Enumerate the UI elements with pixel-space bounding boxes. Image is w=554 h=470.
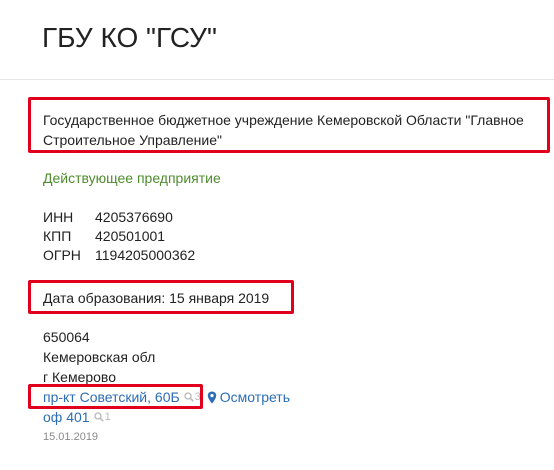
registration-codes: ИНН 4205376690 КПП 420501001 ОГРН 119420… bbox=[43, 208, 195, 265]
kpp-value: 420501001 bbox=[95, 228, 166, 244]
search-icon bbox=[184, 392, 194, 402]
inn-value: 4205376690 bbox=[95, 209, 173, 225]
map-pin-icon bbox=[207, 391, 216, 403]
code-row-inn: ИНН 4205376690 bbox=[43, 208, 195, 227]
street-search-count-value: 3 bbox=[194, 391, 201, 403]
view-link-label: Осмотреть bbox=[219, 389, 291, 405]
code-row-ogrn: ОГРН 1194205000362 bbox=[43, 246, 195, 265]
kpp-label: КПП bbox=[43, 228, 72, 244]
page-header: ГБУ КО "ГСУ" bbox=[0, 0, 554, 80]
office-search-count-value: 1 bbox=[104, 411, 111, 423]
search-icon bbox=[93, 412, 104, 422]
address-block: 650064 Кемеровская обл г Кемерово пр-кт … bbox=[43, 327, 290, 445]
ogrn-value: 1194205000362 bbox=[95, 247, 196, 263]
code-row-kpp: КПП 420501001 bbox=[43, 227, 195, 246]
status-text: Действующее предприятие bbox=[43, 170, 221, 186]
office-search-count[interactable]: 1 bbox=[93, 407, 111, 427]
page-title: ГБУ КО "ГСУ" bbox=[42, 22, 217, 53]
office-row: оф 401 1 bbox=[43, 407, 290, 427]
ogrn-label: ОГРН bbox=[43, 247, 81, 263]
company-full-name: Государственное бюджетное учреждение Кем… bbox=[43, 112, 524, 148]
view-location-link[interactable]: Осмотреть bbox=[207, 387, 290, 407]
postcode: 650064 bbox=[43, 329, 90, 345]
street-search-count[interactable]: 3 bbox=[184, 387, 201, 407]
region: Кемеровская обл bbox=[43, 349, 156, 365]
street-link[interactable]: пр-кт Советский, 60Б bbox=[43, 387, 180, 407]
company-page: ГБУ КО "ГСУ" Государственное бюджетное у… bbox=[0, 0, 554, 470]
city: г Кемерово bbox=[43, 369, 116, 385]
inn-label: ИНН bbox=[43, 209, 74, 225]
founded-date: Дата образования: 15 января 2019 bbox=[43, 290, 270, 306]
address-date: 15.01.2019 bbox=[43, 431, 99, 443]
office-link[interactable]: оф 401 bbox=[43, 407, 90, 427]
street-row: пр-кт Советский, 60Б 3 Осмотреть bbox=[43, 387, 290, 407]
